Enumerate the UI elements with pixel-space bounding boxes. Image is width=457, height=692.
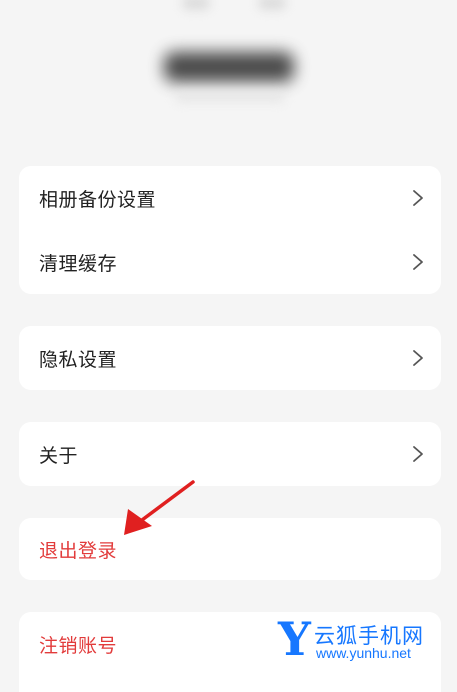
watermark-url: www.yunhu.net	[316, 645, 411, 661]
watermark-logo-letter: Y	[278, 612, 311, 666]
red-arrow-icon	[124, 480, 195, 535]
site-watermark: Y 云狐手机网 www.yunhu.net	[278, 614, 448, 664]
